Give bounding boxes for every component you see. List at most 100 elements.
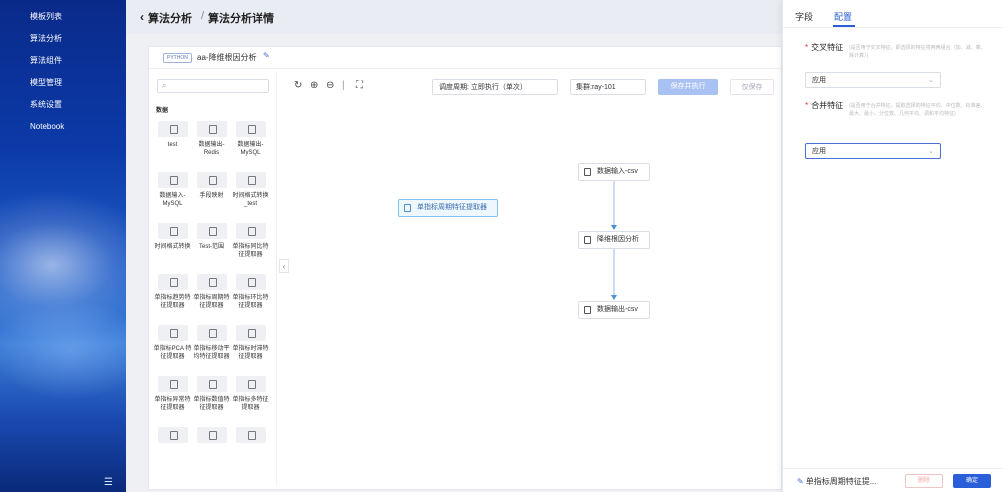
component-label: 单指标环比特征提取器: [232, 295, 269, 309]
zoom-out-icon[interactable]: ⊖: [326, 80, 334, 91]
save-only-button[interactable]: 仅保存: [730, 79, 774, 95]
back-icon[interactable]: ‹: [140, 10, 144, 24]
save-and-run-button[interactable]: 保存并执行: [658, 79, 718, 95]
fullscreen-icon[interactable]: ⛶: [356, 80, 363, 91]
component-item[interactable]: 单指标异常特征提取器: [153, 374, 192, 425]
canvas-node-period-extractor[interactable]: 单指标周期特征提取器: [398, 199, 498, 217]
search-icon: ⌕: [162, 81, 167, 90]
component-item[interactable]: 单指标时滞特征提取器: [231, 323, 270, 374]
component-label: 单指标多特征提取器: [232, 397, 269, 411]
field-hint-cross-feature: (是否用于交叉特征，即选择的特征将两两组合（加、减、乘、除计算）): [849, 45, 986, 59]
component-icon: [196, 121, 227, 137]
component-item[interactable]: test: [153, 119, 192, 170]
component-item[interactable]: 时间格式转换_test: [231, 170, 270, 221]
component-item[interactable]: Test-范围: [192, 221, 231, 272]
field-label-cross-feature: * 交叉特征: [805, 43, 844, 52]
edit-icon[interactable]: ✎: [797, 477, 804, 486]
component-item[interactable]: [231, 425, 270, 476]
component-item[interactable]: [153, 425, 192, 476]
cluster-select[interactable]: 集群:ray-101: [570, 79, 646, 95]
config-footer: ✎ 单指标周期特征提... 删除 确定: [783, 468, 1003, 492]
confirm-button[interactable]: 确定: [953, 474, 991, 488]
component-icon: [235, 223, 266, 239]
delete-button[interactable]: 删除: [905, 474, 943, 488]
component-item[interactable]: 单指标周期特征提取器: [192, 272, 231, 323]
component-label: 单指标移动平均特征提取器: [193, 346, 230, 360]
pipeline-canvas[interactable]: 单指标周期特征提取器 数据输入-csv 降维根因分析 数据输出-csv: [281, 101, 781, 489]
component-label: 单指标同比特征提取器: [232, 244, 269, 258]
tab-config[interactable]: 配置: [834, 10, 852, 23]
component-icon: [157, 172, 188, 188]
config-panel: 字段 配置 * 交叉特征 (是否用于交叉特征，即选择的特征将两两组合（加、减、乘、…: [782, 0, 1003, 492]
component-item[interactable]: 数据输出-MySQL: [231, 119, 270, 170]
component-item[interactable]: 数据输出-Redis: [192, 119, 231, 170]
component-label: 单指标周期特征提取器: [193, 295, 230, 309]
tab-fields[interactable]: 字段: [795, 10, 813, 23]
component-item[interactable]: 单指标PCA 特征提取器: [153, 323, 192, 374]
sidebar-item-model-management[interactable]: 模型管理: [0, 72, 126, 94]
component-label: 时间格式转换_test: [232, 193, 269, 207]
component-icon: [157, 274, 188, 290]
component-icon: [235, 325, 266, 341]
page-title: 算法分析详情: [208, 13, 274, 25]
breadcrumb-separator: /: [201, 10, 205, 22]
edit-name-icon[interactable]: ✎: [263, 51, 270, 60]
menu-collapse-icon[interactable]: ☰: [104, 477, 113, 488]
language-badge: PYTHON: [163, 53, 192, 63]
component-icon: [196, 223, 227, 239]
component-label: 数据输入-MySQL: [159, 193, 186, 207]
component-category-label: 数据: [156, 108, 169, 114]
arrowhead: [611, 295, 617, 300]
canvas-node-root-cause[interactable]: 降维根因分析: [578, 231, 650, 249]
component-label: 数据输出-MySQL: [237, 142, 264, 156]
node-label: 数据输入-csv: [597, 168, 638, 175]
sidebar-item-system-settings[interactable]: 系统设置: [0, 94, 126, 116]
component-item[interactable]: 单指标数值特征提取器: [192, 374, 231, 425]
component-item[interactable]: 单指标多特征提取器: [231, 374, 270, 425]
node-label: 降维根因分析: [597, 236, 639, 243]
component-label: 单指标时滞特征提取器: [232, 346, 269, 360]
component-grid: test 数据输出-Redis 数据输出-MySQL 数据输入-MySQL 手段…: [153, 119, 276, 476]
component-label: 单指标异常特征提取器: [154, 397, 191, 411]
component-item[interactable]: 单指标趋势特征提取器: [153, 272, 192, 323]
breadcrumb-parent[interactable]: 算法分析: [148, 10, 192, 26]
sidebar-item-algorithm-components[interactable]: 算法组件: [0, 50, 126, 72]
sidebar-item-template-list[interactable]: 模板列表: [0, 6, 126, 28]
component-label: 单指标数值特征提取器: [193, 397, 230, 411]
page-header: ‹ 算法分析 / 算法分析详情: [126, 0, 782, 34]
component-item[interactable]: 数据输入-MySQL: [153, 170, 192, 221]
component-icon: [196, 376, 227, 392]
component-item[interactable]: 时间格式转换: [153, 221, 192, 272]
sidebar-item-algorithm-analysis[interactable]: 算法分析: [0, 28, 126, 50]
component-icon: [196, 274, 227, 290]
schedule-select[interactable]: 调度周期: 立即执行（单次）: [432, 79, 558, 95]
component-icon: [196, 325, 227, 341]
zoom-in-icon[interactable]: ⊕: [310, 80, 318, 91]
component-icon: [235, 376, 266, 392]
component-item[interactable]: 单指标移动平均特征提取器: [192, 323, 231, 374]
merge-feature-select[interactable]: 应用 ⌄: [805, 143, 941, 159]
component-item[interactable]: 单指标同比特征提取器: [231, 221, 270, 272]
component-item[interactable]: 手段映射: [192, 170, 231, 221]
selected-node-name: ✎ 单指标周期特征提...: [797, 477, 877, 486]
node-label: 单指标周期特征提取器: [417, 204, 487, 211]
cross-feature-select[interactable]: 应用 ⌄: [805, 72, 941, 88]
node-icon: [584, 168, 591, 176]
toolbar-divider: |: [342, 80, 345, 91]
component-icon: [235, 172, 266, 188]
arrowhead: [611, 225, 617, 230]
config-tabs: 字段 配置: [783, 0, 1003, 28]
canvas-node-input-csv[interactable]: 数据输入-csv: [578, 163, 650, 181]
sidebar-item-notebook[interactable]: Notebook: [0, 116, 126, 138]
component-icon: [235, 274, 266, 290]
component-search-input[interactable]: ⌕: [157, 79, 269, 93]
component-icon: [157, 376, 188, 392]
component-icon: [157, 223, 188, 239]
component-icon: [157, 325, 188, 341]
project-titlebar: PYTHON aa-降维根因分析 ✎: [149, 47, 781, 69]
component-item[interactable]: 单指标环比特征提取器: [231, 272, 270, 323]
refresh-icon[interactable]: ↻: [294, 80, 302, 91]
canvas-node-output-csv[interactable]: 数据输出-csv: [578, 301, 650, 319]
component-item[interactable]: [192, 425, 231, 476]
pipeline-editor: PYTHON aa-降维根因分析 ✎ ⌕ 数据 test 数据输出-Redis …: [148, 46, 782, 490]
